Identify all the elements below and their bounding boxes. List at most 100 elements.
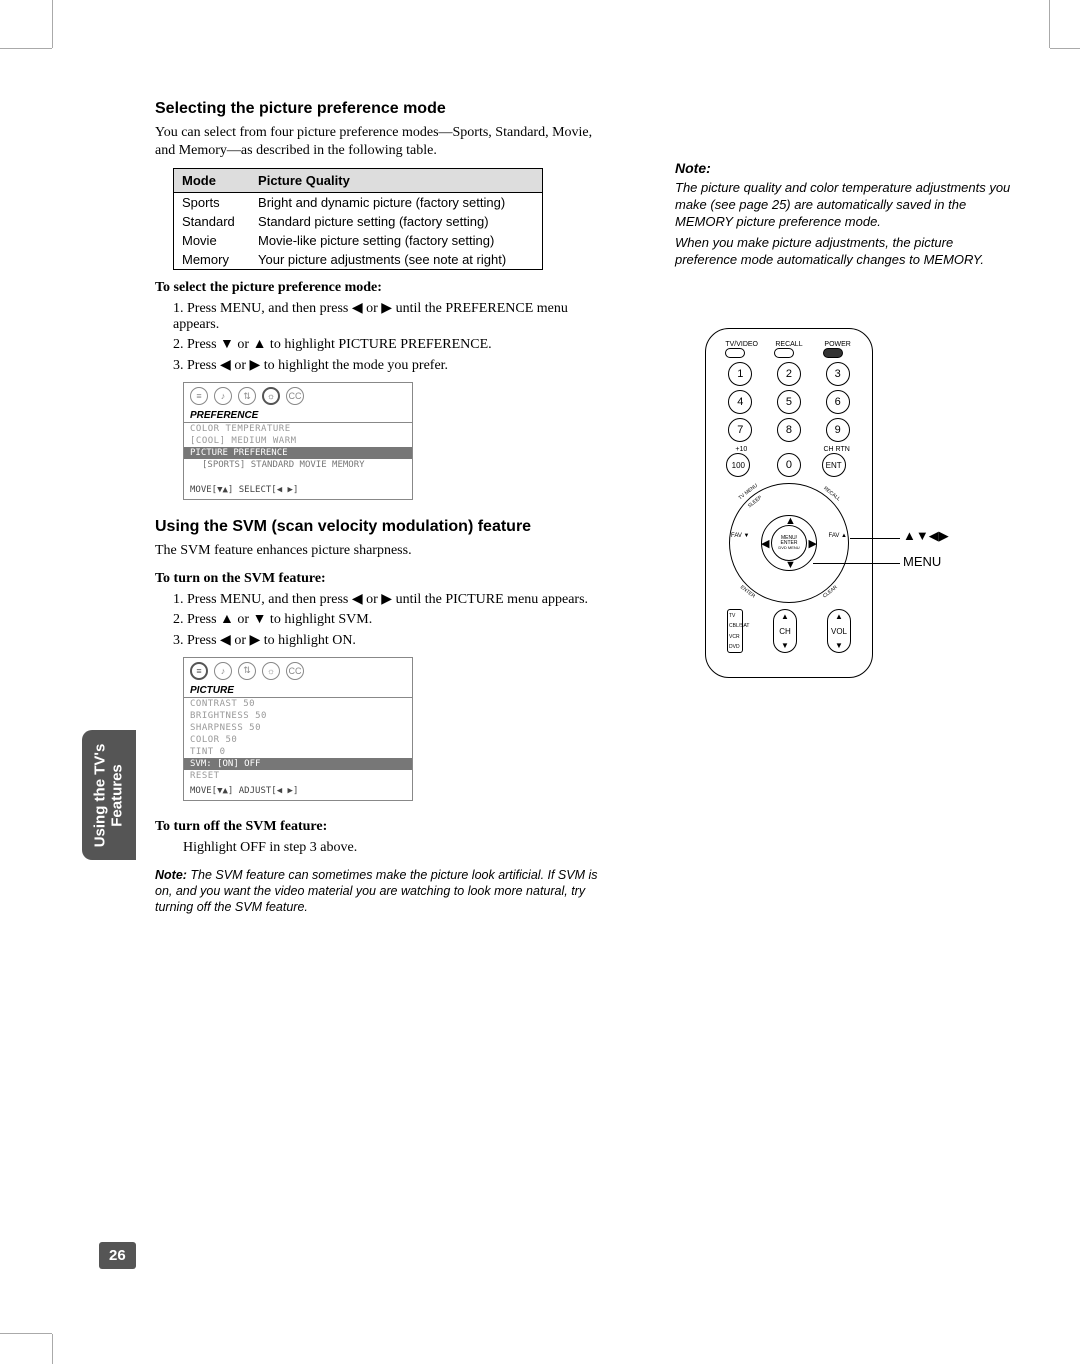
osd-icon-selected: ☼	[262, 387, 280, 405]
mode-label: CBL/SAT	[729, 623, 742, 629]
th-quality: Picture Quality	[250, 169, 542, 193]
callout-arrows: ▲▼◀▶	[903, 528, 949, 544]
th-mode: Mode	[174, 169, 251, 193]
osd-icon: ⇅	[238, 662, 256, 680]
up-arrow-icon: ▲	[785, 515, 796, 527]
num-button: 100	[726, 453, 750, 477]
td: Memory	[174, 250, 251, 270]
svm-footnote: Note: The SVM feature can sometimes make…	[155, 867, 605, 916]
td: Movie	[174, 231, 251, 250]
osd-highlight: SVM: [ON] OFF	[184, 758, 412, 770]
crop-mark	[0, 48, 52, 49]
side-tab-line1: Using the TV's	[92, 743, 109, 847]
num-button: 1	[728, 362, 752, 386]
crop-mark	[1049, 0, 1050, 48]
td: Bright and dynamic picture (factory sett…	[250, 193, 542, 213]
up-arrow-icon: ▲	[781, 612, 789, 621]
num-button: 9	[826, 418, 850, 442]
osd-icon-row: ≡ ♪ ⇅ ☼ CC	[184, 383, 412, 409]
num-button: 4	[728, 390, 752, 414]
callout-menu: MENU	[903, 554, 941, 569]
num-button: 6	[826, 390, 850, 414]
osd-icon-row: ≡ ♪ ⇅ ☼ CC	[184, 658, 412, 684]
power-button	[823, 348, 843, 358]
osd-footer: MOVE[▼▲] ADJUST[◀ ▶]	[184, 782, 412, 800]
step: Press ◀ or ▶ to highlight ON.	[169, 632, 605, 649]
vol-label: VOL	[831, 627, 847, 636]
mode-label: TV	[729, 613, 742, 619]
remote-body: TV/VIDEO RECALL POWER 1 2 3 4 5 6 7 8	[705, 328, 873, 678]
osd-tab: PICTURE	[184, 684, 412, 698]
chrtn-label: CH RTN	[822, 446, 852, 453]
osd-row: COLOR TEMPERATURE	[184, 423, 412, 435]
osd-row: TINT 0	[184, 746, 412, 758]
osd-icon: CC	[286, 387, 304, 405]
down-arrow-icon: ▼	[835, 641, 843, 650]
osd-icon: ♪	[214, 662, 232, 680]
osd-row: CONTRAST 50	[184, 698, 412, 710]
num-button: 8	[777, 418, 801, 442]
proc-title-3: To turn off the SVM feature:	[155, 819, 605, 835]
steps-1: Press MENU, and then press ◀ or ▶ until …	[169, 300, 605, 374]
osd-tab: PREFERENCE	[184, 409, 412, 423]
td: Standard picture setting (factory settin…	[250, 212, 542, 231]
crop-mark	[0, 1333, 52, 1334]
step: Press ▲ or ▼ to highlight SVM.	[169, 612, 605, 628]
osd-icon: ☼	[262, 662, 280, 680]
osd-icon: CC	[286, 662, 304, 680]
callout-line	[813, 563, 900, 564]
section-title-preference: Selecting the picture preference mode	[155, 100, 605, 118]
td: Standard	[174, 212, 251, 231]
left-arrow-icon: ◀	[761, 537, 769, 550]
fav-down-label: FAV ▼	[731, 533, 750, 539]
footnote-label: Note:	[155, 868, 190, 882]
mode-label: DVD	[729, 644, 742, 650]
osd-preference: ≡ ♪ ⇅ ☼ CC PREFERENCE COLOR TEMPERATURE …	[183, 382, 413, 500]
down-arrow-icon: ▼	[781, 641, 789, 650]
tvvideo-button	[725, 348, 745, 358]
remote-diagram: TV/VIDEO RECALL POWER 1 2 3 4 5 6 7 8	[705, 328, 925, 678]
remote-label: POWER	[823, 341, 853, 348]
note-title: Note:	[675, 160, 1015, 176]
modes-table: Mode Picture Quality SportsBright and dy…	[173, 168, 543, 270]
osd-icon-selected: ≡	[190, 662, 208, 680]
remote-label: TV/VIDEO	[725, 341, 755, 348]
note-p2: When you make picture adjustments, the p…	[675, 235, 1015, 269]
note-p1: The picture quality and color temperatur…	[675, 180, 1015, 231]
dpad-label: DVD MENU	[778, 546, 799, 550]
osd-highlight-opts: [SPORTS] STANDARD MOVIE MEMORY	[184, 459, 412, 471]
osd-row: COLOR 50	[184, 734, 412, 746]
num-button: 0	[777, 453, 801, 477]
td: Your picture adjustments (see note at ri…	[250, 250, 542, 270]
remote-label: RECALL	[774, 341, 804, 348]
vol-rocker: ▲VOL▼	[827, 609, 851, 653]
osd-icon: ⇅	[238, 387, 256, 405]
step: Press ▼ or ▲ to highlight PICTURE PREFER…	[169, 337, 605, 353]
osd-picture: ≡ ♪ ⇅ ☼ CC PICTURE CONTRAST 50 BRIGHTNES…	[183, 657, 413, 801]
step: Press ◀ or ▶ to highlight the mode you p…	[169, 357, 605, 374]
step: Press MENU, and then press ◀ or ▶ until …	[169, 300, 605, 333]
plus10-label: +10	[726, 446, 756, 453]
osd-icon: ≡	[190, 387, 208, 405]
num-button: 7	[728, 418, 752, 442]
osd-row: RESET	[184, 770, 412, 782]
note-block: Note: The picture quality and color temp…	[675, 160, 1015, 268]
recall-button	[774, 348, 794, 358]
ent-button: ENT	[822, 453, 846, 477]
osd-row: [COOL] MEDIUM WARM	[184, 435, 412, 447]
step-off: Highlight OFF in step 3 above.	[183, 839, 605, 857]
mode-label: VCR	[729, 634, 742, 640]
fav-up-label: FAV ▲	[829, 533, 848, 539]
proc-title-2: To turn on the SVM feature:	[155, 571, 605, 587]
osd-highlight: PICTURE PREFERENCE	[184, 447, 412, 459]
ch-label: CH	[779, 627, 791, 636]
osd-icon: ♪	[214, 387, 232, 405]
num-button: 3	[826, 362, 850, 386]
section2-intro: The SVM feature enhances picture sharpne…	[155, 542, 605, 560]
mode-switch: TV CBL/SAT VCR DVD	[727, 609, 743, 653]
crop-mark	[1050, 48, 1080, 49]
num-button: 2	[777, 362, 801, 386]
right-arrow-icon: ▶	[809, 537, 817, 550]
bottom-row: TV CBL/SAT VCR DVD ▲CH▼ ▲VOL▼	[712, 609, 866, 653]
osd-row: BRIGHTNESS 50	[184, 710, 412, 722]
